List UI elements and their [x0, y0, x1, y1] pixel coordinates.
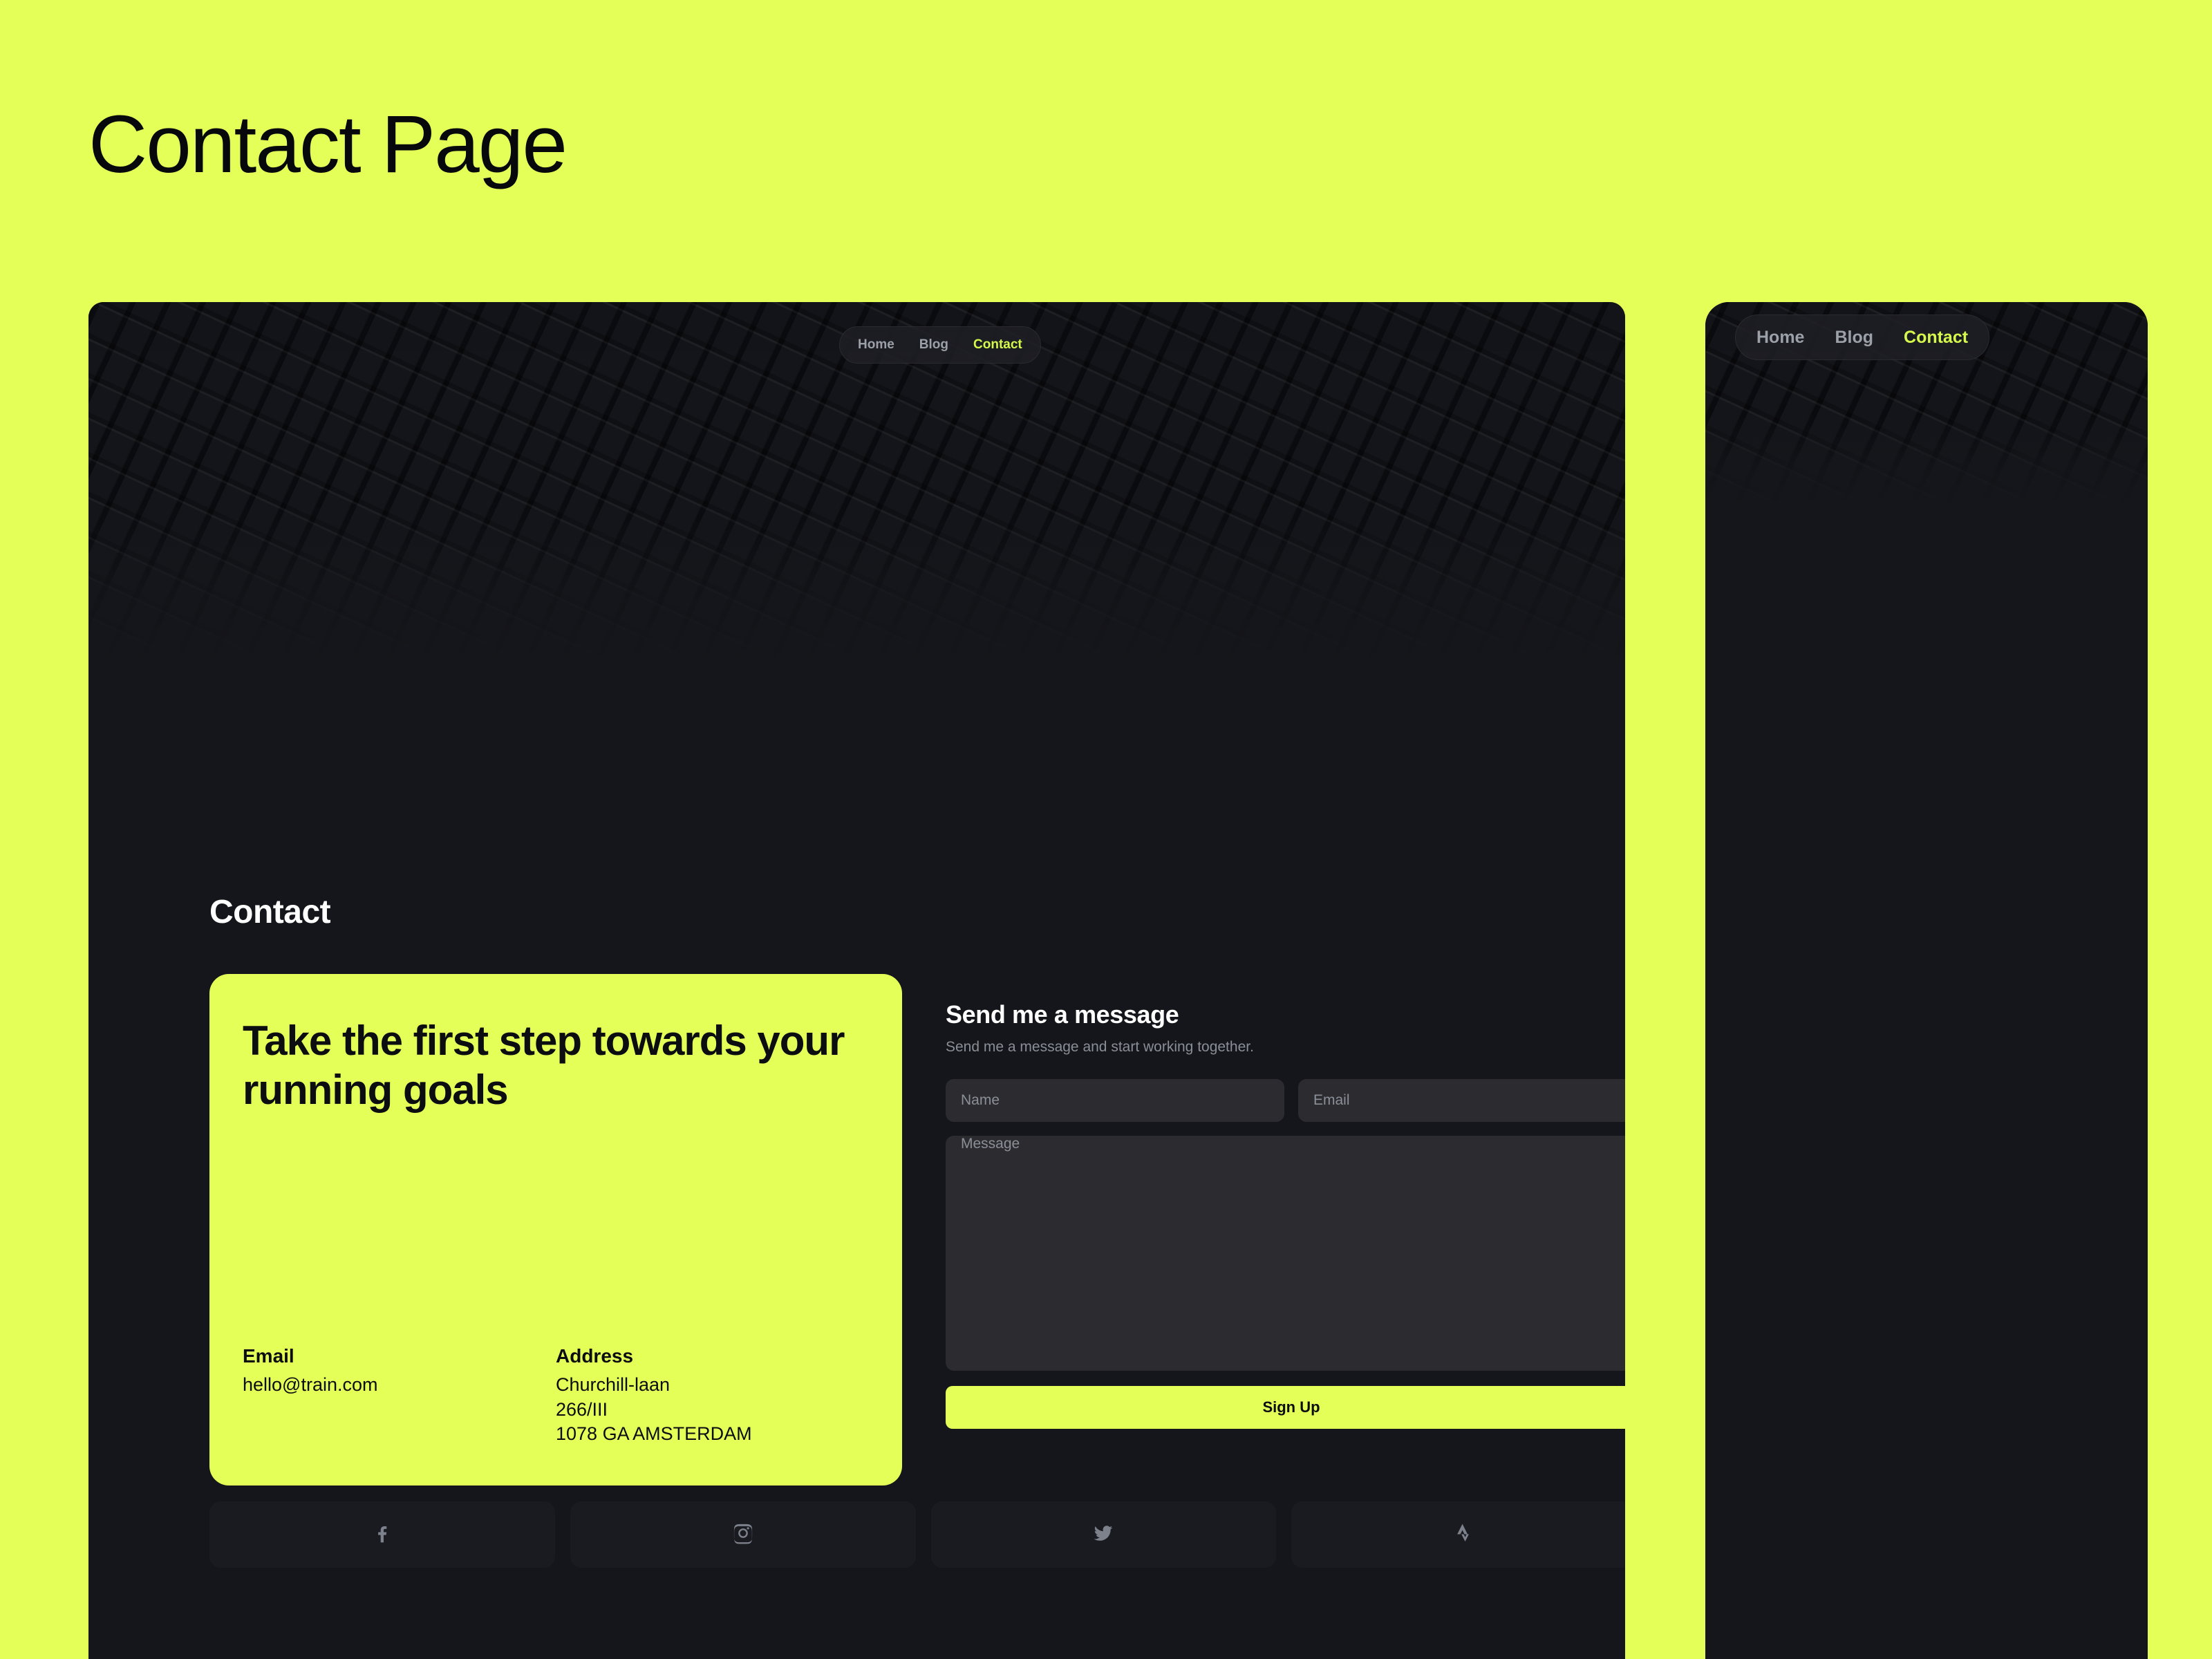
message-input[interactable] [946, 1136, 1625, 1371]
nav-item-blog[interactable]: Blog [919, 337, 948, 353]
message-form: Send me a message Send me a message and … [946, 1000, 1625, 1429]
email-input[interactable] [1298, 1079, 1625, 1122]
address-label: Address [556, 1345, 634, 1367]
address-line-2: 266/III [556, 1398, 608, 1420]
name-input[interactable] [946, 1079, 1284, 1122]
facebook-icon [371, 1522, 393, 1548]
social-link-strava[interactable] [1291, 1501, 1625, 1568]
mobile-nav: Home Blog Contact [1735, 315, 1990, 360]
contact-info-card: Take the first step towards your running… [209, 974, 902, 1485]
nav-item-contact[interactable]: Contact [973, 337, 1022, 353]
social-link-instagram[interactable] [570, 1501, 916, 1568]
email-value[interactable]: hello@train.com [243, 1373, 556, 1398]
strava-icon [1453, 1522, 1475, 1548]
signup-button[interactable]: Sign Up [946, 1386, 1625, 1429]
info-email-group: Email hello@train.com [243, 1345, 556, 1447]
mobile-nav-item-blog[interactable]: Blog [1835, 328, 1873, 348]
social-link-twitter[interactable] [930, 1501, 1277, 1568]
twitter-icon [1092, 1522, 1114, 1548]
desktop-nav: Home Blog Contact [839, 326, 1041, 364]
info-address-group: Address Churchill-laan 266/III 1078 GA A… [556, 1345, 869, 1447]
section-heading: Contact [209, 894, 331, 930]
email-label: Email [243, 1345, 294, 1367]
address-line-3: 1078 GA AMSTERDAM [556, 1423, 752, 1445]
social-link-facebook[interactable] [209, 1501, 555, 1568]
desktop-mockup: Contact Take the first step towards your… [88, 302, 1625, 1659]
page-title: Contact Page [88, 99, 568, 190]
social-links-row [209, 1501, 1625, 1568]
form-title: Send me a message [946, 1000, 1179, 1029]
mobile-nav-item-home[interactable]: Home [1756, 328, 1804, 348]
mobile-mockup: Contact Take the first step towards your… [1705, 302, 2148, 1659]
instagram-icon [732, 1522, 754, 1548]
address-line-1: Churchill-laan [556, 1374, 671, 1396]
form-row-name-email [946, 1079, 1625, 1122]
info-card-title: Take the first step towards your running… [243, 1018, 845, 1113]
nav-item-home[interactable]: Home [858, 337, 894, 353]
mobile-nav-item-contact[interactable]: Contact [1904, 328, 1968, 348]
info-card-details: Email hello@train.com Address Churchill-… [243, 1345, 869, 1447]
form-subtitle: Send me a message and start working toge… [946, 1039, 1254, 1055]
